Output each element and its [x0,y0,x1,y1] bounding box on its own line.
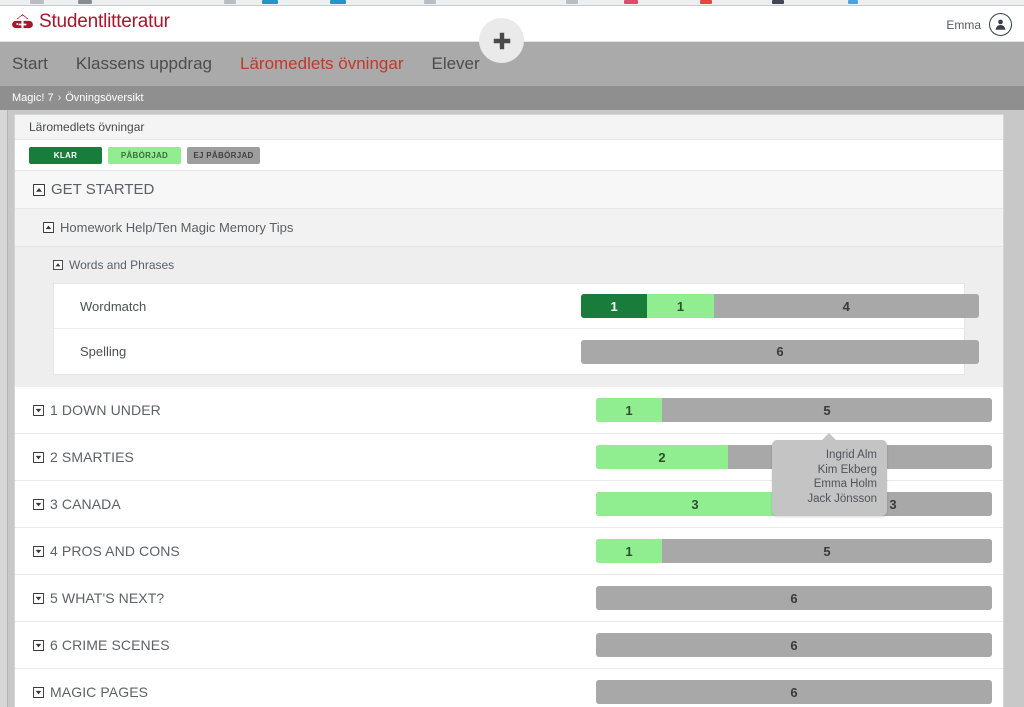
progress-segment-notstarted[interactable]: 4 [713,294,979,318]
expand-square-icon[interactable] [33,639,44,651]
progress-bar[interactable]: 6 [596,680,992,704]
chapter-label: 2 SMARTIES [50,449,134,465]
chapter-row-magic-pages[interactable]: MAGIC PAGES 6 [15,669,1003,707]
legend-badge-ej-paborjad[interactable]: EJ PÅBÖRJAD [187,146,260,164]
tree-node-label: Homework Help/Ten Magic Memory Tips [60,220,294,235]
left-scroll-gutter[interactable] [0,110,8,707]
expand-square-icon[interactable] [33,592,44,604]
chapter-label: 4 PROS AND CONS [50,543,180,559]
tree-node-label: Words and Phrases [69,258,175,272]
exercise-name: Wordmatch [80,298,147,314]
tree-node-homework-help[interactable]: Homework Help/Ten Magic Memory Tips [15,209,1003,247]
tooltip-student-name: Kim Ekberg [817,463,877,476]
add-button[interactable] [479,18,524,63]
breadcrumb-root[interactable]: Magic! 7 [12,92,54,104]
progress-segment-done[interactable]: 1 [581,294,648,318]
chapter-row-6[interactable]: 6 CRIME SCENES 6 [15,622,1003,669]
exercise-row-spelling[interactable]: Spelling 6 [54,329,979,374]
legend-badge-klar[interactable]: KLAR [29,146,102,164]
nav-item-klassens-uppdrag[interactable]: Klassens uppdrag [76,54,212,74]
expand-square-icon[interactable] [33,498,44,510]
chapter-label: 6 CRIME SCENES [50,637,170,653]
progress-segment-notstarted[interactable]: 5 [662,398,992,422]
progress-bar[interactable]: 1 5 [596,398,992,422]
page-body: Läromedlets övningar KLAR PÅBÖRJAD EJ PÅ… [0,110,1024,707]
right-scroll-gutter[interactable] [1008,110,1024,707]
progress-segment-started[interactable]: 1 [596,539,662,563]
chapter-label: 5 WHAT'S NEXT? [50,590,165,606]
breadcrumb-bar: Magic! 7 › Övningsöversikt [0,86,1024,110]
progress-segment-notstarted[interactable]: 6 [596,680,992,704]
card-title: Läromedlets övningar [15,115,1003,140]
collapse-square-icon[interactable] [33,183,45,196]
tooltip-student-name: Jack Jönsson [807,493,877,506]
chapter-row-5[interactable]: 5 WHAT'S NEXT? 6 [15,575,1003,622]
chapter-row-4[interactable]: 4 PROS AND CONS 1 5 [15,528,1003,575]
progress-segment-notstarted[interactable]: 5 [662,539,992,563]
tooltip-arrow-icon [821,433,837,441]
status-legend: KLAR PÅBÖRJAD EJ PÅBÖRJAD [15,140,1003,171]
tree-node-label: GET STARTED [51,181,155,198]
progress-bar[interactable]: 1 5 [596,539,992,563]
nav-item-laromedlets-ovningar[interactable]: Läromedlets övningar [240,54,403,74]
progress-segment-started[interactable]: 1 [596,398,662,422]
tree-node-get-started[interactable]: GET STARTED [15,171,1003,209]
progress-bar[interactable]: 6 [581,339,979,364]
tree-group-words-and-phrases: Words and Phrases Wordmatch 1 1 4 Spelli… [15,247,1003,387]
user-menu[interactable]: Emma [946,13,1012,36]
exercise-name: Spelling [80,344,127,359]
collapse-square-icon[interactable] [53,260,63,270]
expand-square-icon[interactable] [33,545,44,557]
chapter-row-1[interactable]: 1 DOWN UNDER 1 5 [15,387,1003,434]
studentlitteratur-logo-icon [12,12,33,33]
progress-bar[interactable]: 1 1 4 [581,294,979,318]
collapse-square-icon[interactable] [43,222,54,233]
progress-segment-started[interactable]: 1 [647,294,714,318]
chapter-label: 3 CANADA [50,496,121,512]
progress-bar[interactable]: 6 [596,586,992,610]
chapter-label: 1 DOWN UNDER [50,402,161,418]
exercises-card: Läromedlets övningar KLAR PÅBÖRJAD EJ PÅ… [14,114,1004,707]
progress-segment-notstarted[interactable]: 6 [581,339,979,364]
progress-segment-started[interactable]: 2 [596,445,728,469]
expand-square-icon[interactable] [33,404,44,416]
progress-bar[interactable]: 6 [596,633,992,657]
tooltip-student-name: Emma Holm [813,478,877,491]
brand-name: Studentlitteratur [39,11,170,32]
breadcrumb-separator-icon: › [57,92,62,104]
app-root: Studentlitteratur Emma Start Klassens up… [0,0,1024,707]
breadcrumb-current: Övningsöversikt [65,92,144,104]
breadcrumb: Magic! 7 › Övningsöversikt [0,92,144,104]
brand-logo[interactable]: Studentlitteratur [12,11,170,33]
student-names-tooltip: Ingrid Alm Kim Ekberg Emma Holm Jack Jön… [772,433,887,516]
nav-item-start[interactable]: Start [12,54,48,74]
progress-segment-notstarted[interactable]: 6 [596,586,992,610]
expand-square-icon[interactable] [33,686,44,698]
legend-badge-paborjad[interactable]: PÅBÖRJAD [108,146,181,164]
expand-square-icon[interactable] [33,451,44,463]
chapter-label: MAGIC PAGES [50,684,149,700]
exercise-row-wordmatch[interactable]: Wordmatch 1 1 4 [54,284,979,329]
nav-item-elever[interactable]: Elever [431,54,479,74]
tree-node-words-and-phrases[interactable]: Words and Phrases [15,247,1003,283]
progress-segment-notstarted[interactable]: 6 [596,633,992,657]
progress-segment-started[interactable]: 3 [596,492,794,516]
plus-icon [491,30,513,52]
user-name-label: Emma [946,17,981,32]
user-avatar-icon[interactable] [989,13,1012,36]
exercise-list: Wordmatch 1 1 4 Spelling 6 [53,283,979,375]
tooltip-student-name: Ingrid Alm [825,449,877,461]
